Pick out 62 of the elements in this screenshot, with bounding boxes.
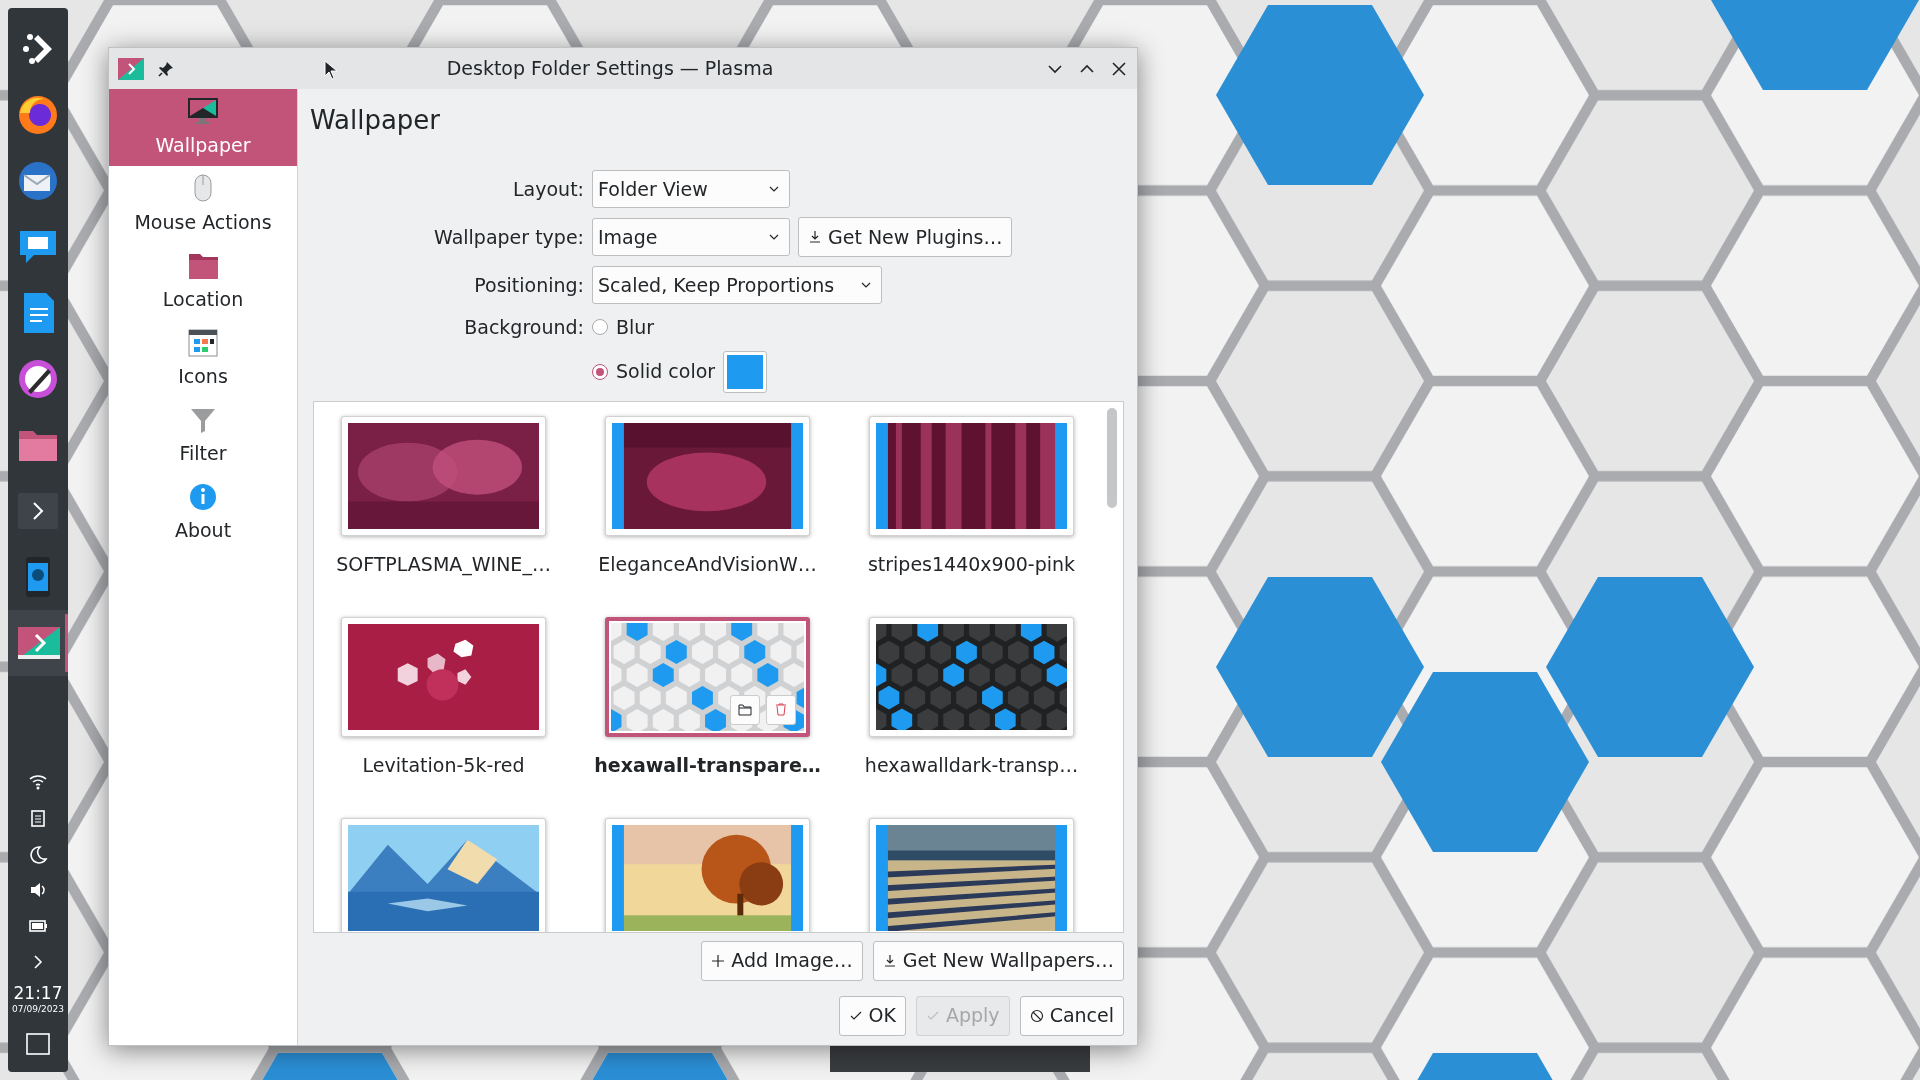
window-title: Desktop Folder Settings — Plasma [446, 56, 774, 82]
open-folder-button[interactable] [730, 694, 760, 725]
active-indicator [65, 614, 68, 672]
folder-icon [738, 703, 752, 716]
pin-icon[interactable] [157, 59, 175, 78]
clipboard-icon[interactable] [28, 807, 48, 828]
mouse-cursor-icon [324, 60, 338, 80]
show-desktop-icon[interactable] [25, 1032, 51, 1058]
sidebar-item[interactable]: Wallpaper [109, 89, 297, 166]
dropdown[interactable]: Scaled, Keep Proportions [592, 266, 882, 304]
sidebar-item[interactable]: About [109, 474, 297, 551]
form-label: Layout: [512, 176, 584, 202]
dialog-button[interactable]: OK [838, 995, 906, 1036]
window-icon [186, 326, 220, 359]
sidebar-label: Icons [178, 364, 228, 390]
dialog-button[interactable]: Cancel [1019, 995, 1124, 1036]
form-label: Wallpaper type: [433, 224, 584, 250]
color-swatch[interactable] [723, 350, 768, 393]
sidebar-item[interactable]: Icons [109, 320, 297, 397]
radio-button[interactable] [592, 363, 608, 380]
get-plugins-button[interactable]: Get New Plugins… [798, 217, 1013, 257]
sidebar-item[interactable]: Location [109, 243, 297, 320]
form-label: Positioning: [473, 272, 584, 298]
dropdown[interactable]: Image [592, 218, 790, 256]
radio-label[interactable]: Blur [616, 313, 655, 342]
sidebar-label: Wallpaper [155, 133, 251, 159]
sidebar-label: Mouse Actions [134, 210, 272, 236]
clock-date: 07/09/2023 [12, 1002, 64, 1016]
thumbnail-label: hexawall-transpare… [594, 752, 821, 778]
page-heading: Wallpaper [310, 104, 442, 137]
dropdown-value: Image [598, 224, 658, 250]
paint-icon[interactable] [16, 357, 60, 401]
scrollbar-thumb[interactable] [1107, 407, 1117, 508]
sidebar-label: Filter [179, 441, 227, 467]
plus-icon [711, 953, 726, 968]
dropdown[interactable]: Folder View [592, 170, 790, 208]
dialog-button[interactable]: Add Image… [701, 940, 863, 981]
sidebar-item[interactable]: Filter [109, 397, 297, 474]
download-icon [882, 953, 897, 968]
download-icon [808, 230, 822, 244]
sidebar-label: About [174, 518, 232, 544]
thumbnail-label: hexawalldark-transp… [864, 752, 1079, 778]
thumbnail-label: Levitation-5k-red [362, 752, 525, 778]
radio-label[interactable]: Solid color [616, 357, 716, 386]
browser-icon[interactable] [16, 93, 60, 137]
clock-time: 21:17 [12, 983, 64, 1003]
cancel-icon [1029, 1008, 1044, 1023]
delete-button[interactable] [766, 694, 796, 725]
night-light-icon[interactable] [28, 843, 48, 864]
thumbnail-card[interactable] [605, 616, 810, 737]
radio-button[interactable] [592, 319, 608, 336]
dropdown-value: Folder View [598, 176, 708, 202]
trash-icon [775, 703, 787, 716]
thumbnail-label: SOFTPLASMA_WINE_… [336, 551, 551, 578]
sidebar-label: Location [162, 287, 244, 313]
sidebar-item[interactable]: Mouse Actions [109, 166, 297, 243]
thumbnail-label: stripes1440x900-pink [867, 551, 1076, 577]
dialog-button[interactable]: Get New Wallpapers… [872, 940, 1124, 981]
thumbnail-label: EleganceAndVisionW… [598, 551, 817, 577]
form-label: Background: [463, 315, 584, 340]
dropdown-value: Scaled, Keep Proportions [598, 272, 835, 298]
mail-icon[interactable] [16, 159, 60, 203]
